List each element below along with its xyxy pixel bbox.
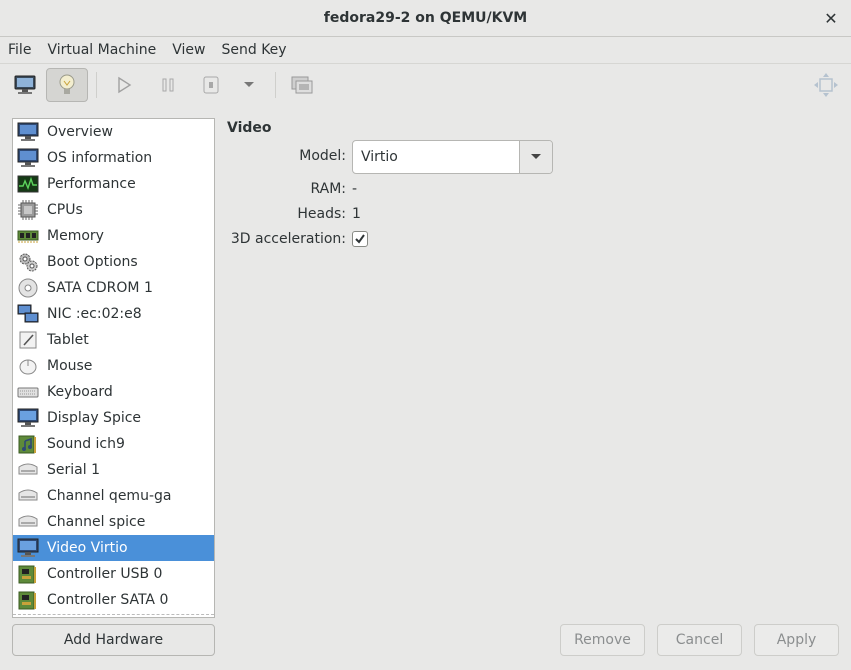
monitor-icon (17, 121, 39, 143)
cpu-chip-icon (17, 199, 39, 221)
video-card-icon (17, 537, 39, 559)
apply-button[interactable]: Apply (754, 624, 839, 656)
shutdown-menu-chevron-icon[interactable] (232, 68, 266, 102)
list-item-label: Mouse (47, 358, 93, 374)
hardware-list: Overview OS information Performance CPUs… (12, 118, 215, 618)
list-item-display-spice[interactable]: Display Spice (13, 405, 214, 431)
list-item-sata-cdrom-1[interactable]: SATA CDROM 1 (13, 275, 214, 301)
list-item-channel-qemu-ga[interactable]: Channel qemu-ga (13, 483, 214, 509)
heads-label: Heads: (297, 206, 346, 222)
list-item-controller-sata-0[interactable]: Controller SATA 0 (13, 587, 214, 613)
details-lightbulb-icon[interactable] (46, 68, 88, 102)
list-item-label: Performance (47, 176, 136, 192)
list-item-performance[interactable]: Performance (13, 171, 214, 197)
list-item-label: NIC :ec:02:e8 (47, 306, 142, 322)
list-item-label: Display Spice (47, 410, 142, 426)
mouse-icon (17, 355, 39, 377)
list-item-label: Video Virtio (47, 540, 128, 556)
controller-card-icon (17, 563, 39, 585)
cdrom-disc-icon (17, 277, 39, 299)
list-item-mouse[interactable]: Mouse (13, 353, 214, 379)
model-label: Model: (299, 148, 346, 164)
channel-icon (17, 511, 39, 533)
model-combo[interactable]: Virtio (352, 140, 553, 174)
performance-chart-icon (17, 173, 39, 195)
3d-acceleration-label: 3D acceleration: (230, 231, 346, 247)
cancel-button[interactable]: Cancel (657, 624, 742, 656)
menu-send-key[interactable]: Send Key (213, 42, 294, 58)
list-item-label: OS information (47, 150, 153, 166)
close-icon[interactable]: ✕ (821, 8, 841, 28)
serial-port-icon (17, 459, 39, 481)
list-item-label: Sound ich9 (47, 436, 125, 452)
details-pane: Video Model: Virtio RAM: - Heads: 1 3D a… (227, 118, 827, 598)
add-hardware-button[interactable]: Add Hardware (12, 624, 215, 656)
list-item-label: Controller SATA 0 (47, 592, 169, 608)
list-item-sound-ich9[interactable]: Sound ich9 (13, 431, 214, 457)
list-item-label: SATA CDROM 1 (47, 280, 153, 296)
list-item-controller-usb-0[interactable]: Controller USB 0 (13, 561, 214, 587)
network-card-icon (17, 303, 39, 325)
shutdown-icon[interactable] (194, 68, 228, 102)
sound-card-icon (17, 433, 39, 455)
list-item-video-virtio[interactable]: Video Virtio (13, 535, 214, 561)
display-monitor-icon (17, 407, 39, 429)
section-heading: Video (227, 120, 272, 136)
list-scroll-edge (13, 614, 214, 615)
list-item-label: Overview (47, 124, 113, 140)
list-item-boot-options[interactable]: Boot Options (13, 249, 214, 275)
ram-label: RAM: (310, 181, 346, 197)
tablet-icon (17, 329, 39, 351)
list-item-keyboard[interactable]: Keyboard (13, 379, 214, 405)
menu-view[interactable]: View (164, 42, 213, 58)
list-item-memory[interactable]: Memory (13, 223, 214, 249)
console-icon[interactable] (8, 68, 42, 102)
snapshots-icon[interactable] (285, 68, 319, 102)
toolbar (0, 64, 851, 106)
list-item-label: Channel spice (47, 514, 146, 530)
list-item-os-information[interactable]: OS information (13, 145, 214, 171)
menu-virtual-machine[interactable]: Virtual Machine (39, 42, 164, 58)
ram-value: - (352, 181, 358, 197)
list-item-label: Memory (47, 228, 104, 244)
list-item-overview[interactable]: Overview (13, 119, 214, 145)
list-item-serial-1[interactable]: Serial 1 (13, 457, 214, 483)
title-bar: fedora29-2 on QEMU/KVM ✕ (0, 0, 851, 37)
list-item-label: CPUs (47, 202, 83, 218)
keyboard-icon (17, 381, 39, 403)
remove-button[interactable]: Remove (560, 624, 645, 656)
run-icon[interactable] (107, 68, 141, 102)
list-item-label: Serial 1 (47, 462, 100, 478)
list-item-label: Boot Options (47, 254, 138, 270)
menu-file[interactable]: File (0, 42, 39, 58)
list-item-label: Channel qemu-ga (47, 488, 172, 504)
monitor-icon (17, 147, 39, 169)
chevron-down-icon[interactable] (519, 141, 552, 173)
list-item-nic[interactable]: NIC :ec:02:e8 (13, 301, 214, 327)
fullscreen-icon[interactable] (809, 68, 843, 102)
3d-acceleration-checkbox[interactable] (352, 231, 368, 247)
window-title: fedora29-2 on QEMU/KVM (323, 10, 528, 26)
gears-icon (17, 251, 39, 273)
list-item-label: Tablet (47, 332, 89, 348)
model-value: Virtio (361, 149, 398, 165)
list-item-cpus[interactable]: CPUs (13, 197, 214, 223)
checkmark-icon (355, 234, 365, 244)
memory-module-icon (17, 225, 39, 247)
heads-value: 1 (352, 206, 361, 222)
list-item-label: Controller USB 0 (47, 566, 163, 582)
controller-card-icon (17, 589, 39, 611)
list-item-label: Keyboard (47, 384, 113, 400)
pause-icon[interactable] (151, 68, 185, 102)
menu-bar: File Virtual Machine View Send Key (0, 37, 851, 64)
list-item-channel-spice[interactable]: Channel spice (13, 509, 214, 535)
channel-icon (17, 485, 39, 507)
list-item-tablet[interactable]: Tablet (13, 327, 214, 353)
